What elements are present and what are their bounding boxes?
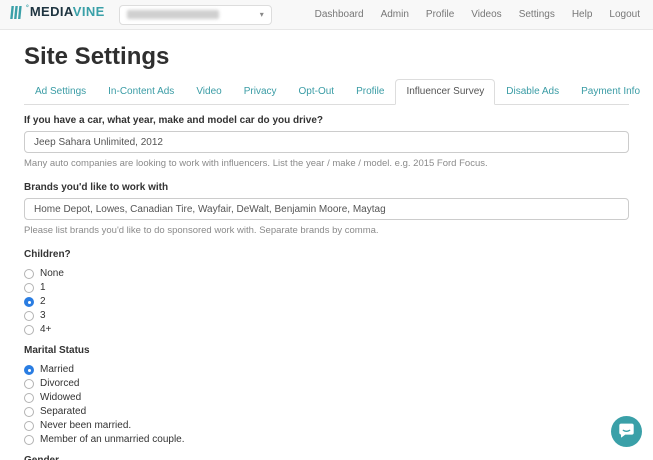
radio-groups: Children? None 1 2 3 4+ Marital Status Married D… [24, 249, 629, 460]
radio-button[interactable] [24, 407, 34, 417]
radio-option-label: 1 [40, 282, 46, 293]
top-navbar: ° MEDIAVINE ▾ Dashboard Admin Profile Video… [0, 0, 653, 30]
radio-option-children-none[interactable]: None [24, 269, 629, 279]
chat-launcher-button[interactable] [611, 416, 642, 447]
chevron-down-icon: ▾ [259, 9, 264, 19]
brands-question-help: Please list brands you'd like to do spon… [24, 225, 379, 236]
radio-option-label: Divorced [40, 378, 80, 389]
nav-item-help[interactable]: Help [572, 9, 593, 20]
radio-option-children-4[interactable]: 4+ [24, 325, 629, 335]
influencer-survey-form: If you have a car, what year, make and m… [24, 115, 629, 460]
brands-question-group: Brands you'd like to work with Please li… [24, 182, 629, 236]
nav-item-videos[interactable]: Videos [471, 9, 501, 20]
radio-option-marital-status-separated[interactable]: Separated [24, 407, 629, 417]
car-question-group: If you have a car, what year, make and m… [24, 115, 629, 169]
nav-item-admin[interactable]: Admin [381, 9, 409, 20]
radio-button[interactable] [24, 269, 34, 279]
radio-option-label: Widowed [40, 392, 82, 403]
radio-option-label: 3 [40, 310, 46, 321]
logo-media-text: MEDIA [29, 4, 73, 19]
logo-degree-mark: ° [26, 5, 29, 12]
tab-ad-settings[interactable]: Ad Settings [24, 79, 97, 105]
radio-option-label: Separated [40, 406, 87, 417]
radio-option-label: None [40, 268, 64, 279]
children-label: Children? [24, 249, 71, 260]
radio-button[interactable] [24, 379, 34, 389]
nav-item-dashboard[interactable]: Dashboard [315, 9, 364, 20]
top-nav: Dashboard Admin Profile Videos Settings Help L… [298, 9, 640, 20]
nav-item-settings[interactable]: Settings [519, 9, 555, 20]
car-question-help: Many auto companies are looking to work … [24, 158, 488, 169]
car-input[interactable] [24, 131, 629, 153]
radio-option-marital-status-member-of-an-unmarried-couple[interactable]: Member of an unmarried couple. [24, 435, 629, 445]
tab-opt-out[interactable]: Opt-Out [288, 79, 346, 105]
radio-option-children-3[interactable]: 3 [24, 311, 629, 321]
logo-wordmark: MEDIAVINE [30, 5, 105, 19]
tab-in-content-ads[interactable]: In-Content Ads [97, 79, 185, 105]
radio-option-label: Member of an unmarried couple. [40, 434, 185, 445]
radio-button[interactable] [24, 283, 34, 293]
radio-option-marital-status-never-been-married[interactable]: Never been married. [24, 421, 629, 431]
tab-influencer-survey[interactable]: Influencer Survey [395, 79, 496, 105]
tab-payment-info[interactable]: Payment Info [570, 79, 651, 105]
tab-profile[interactable]: Profile [345, 79, 395, 105]
brands-question-label: Brands you'd like to work with [24, 182, 169, 193]
logo-vine-text: VINE [72, 4, 105, 19]
mediavine-logo-icon [10, 6, 24, 24]
brands-input[interactable] [24, 198, 629, 220]
nav-item-logout[interactable]: Logout [609, 9, 640, 20]
radio-button[interactable] [24, 325, 34, 335]
radio-option-children-1[interactable]: 1 [24, 283, 629, 293]
radio-option-children-2[interactable]: 2 [24, 297, 629, 307]
radio-option-label: 4+ [40, 324, 52, 335]
radio-button[interactable] [24, 435, 34, 445]
marital-status-group: Marital Status Married Divorced Widowed Sepa… [24, 345, 629, 445]
radio-button[interactable] [24, 297, 34, 307]
gender-group: GenderMaleFemalePrefer not to answer. [24, 455, 629, 460]
main-content: Site Settings Ad Settings In-Content Ads V… [0, 43, 653, 460]
site-settings-page: ° MEDIAVINE ▾ Dashboard Admin Profile Video… [0, 0, 653, 460]
settings-tabs: Ad Settings In-Content Ads Video Privacy Opt… [24, 79, 640, 105]
tab-video[interactable]: Video [185, 79, 232, 105]
radio-button[interactable] [24, 365, 34, 375]
radio-option-marital-status-divorced[interactable]: Divorced [24, 379, 629, 389]
radio-button[interactable] [24, 421, 34, 431]
children-group: Children? None 1 2 3 4+ [24, 249, 629, 335]
gender-label: Gender [24, 455, 629, 460]
mediavine-logo[interactable]: ° MEDIAVINE [10, 5, 105, 24]
redacted-site-name [126, 10, 219, 19]
radio-button[interactable] [24, 393, 34, 403]
radio-button[interactable] [24, 311, 34, 321]
chat-bubble-icon [618, 422, 635, 442]
tab-privacy[interactable]: Privacy [233, 79, 288, 105]
car-question-label: If you have a car, what year, make and m… [24, 115, 324, 126]
tab-disable-ads[interactable]: Disable Ads [495, 79, 570, 105]
site-selector-dropdown[interactable]: ▾ [118, 4, 272, 25]
radio-option-label: Married [40, 364, 74, 375]
radio-option-marital-status-widowed[interactable]: Widowed [24, 393, 629, 403]
radio-option-label: 2 [40, 296, 46, 307]
radio-option-label: Never been married. [40, 420, 132, 431]
marital-status-label: Marital Status [24, 345, 90, 356]
page-title: Site Settings [24, 43, 170, 70]
nav-item-profile[interactable]: Profile [426, 9, 454, 20]
radio-option-marital-status-married[interactable]: Married [24, 365, 629, 375]
